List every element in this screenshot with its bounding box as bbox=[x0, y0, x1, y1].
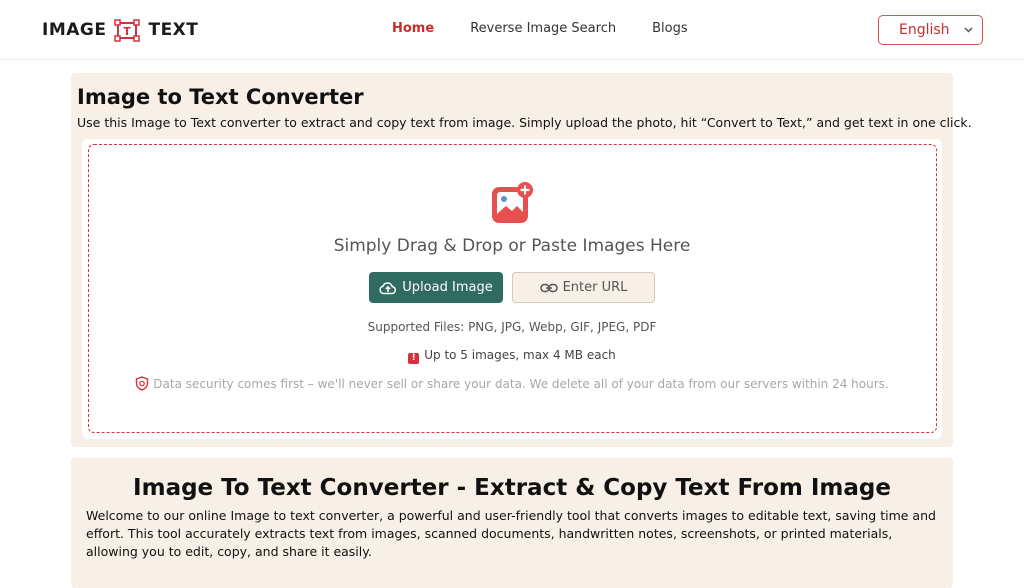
logo-word-text: TEXT bbox=[148, 20, 199, 40]
intro-text: Use this Image to Text converter to extr… bbox=[77, 115, 972, 130]
logo-word-image: IMAGE bbox=[42, 20, 107, 40]
logo-mark-letter: T bbox=[124, 25, 132, 38]
language-select[interactable]: English bbox=[878, 15, 983, 45]
site-logo[interactable]: IMAGE T TEXT bbox=[42, 16, 198, 44]
security-note: Data security comes first – we'll never … bbox=[0, 376, 1024, 391]
supported-files-text: Supported Files: PNG, JPG, Webp, GIF, JP… bbox=[367, 320, 657, 334]
shield-icon bbox=[136, 376, 149, 391]
upload-image-label: Upload Image bbox=[402, 280, 493, 295]
about-paragraph: Welcome to our online Image to text conv… bbox=[86, 508, 936, 559]
upload-limit: ! Up to 5 images, max 4 MB each bbox=[0, 348, 1024, 364]
warning-icon: ! bbox=[408, 353, 420, 364]
page-title: Image to Text Converter bbox=[77, 85, 364, 109]
cloud-upload-icon bbox=[379, 281, 397, 294]
upload-image-button[interactable]: Upload Image bbox=[369, 272, 503, 303]
upload-limit-text: Up to 5 images, max 4 MB each bbox=[424, 348, 616, 362]
nav-home[interactable]: Home bbox=[392, 20, 434, 38]
about-title: Image To Text Converter - Extract & Copy… bbox=[133, 475, 891, 501]
main-nav: Home Reverse Image Search Blogs bbox=[392, 20, 724, 38]
nav-reverse-image-search[interactable]: Reverse Image Search bbox=[470, 20, 616, 38]
nav-blogs[interactable]: Blogs bbox=[652, 20, 688, 38]
security-text: Data security comes first – we'll never … bbox=[153, 377, 889, 391]
add-image-icon bbox=[491, 182, 533, 224]
dropzone-title: Simply Drag & Drop or Paste Images Here bbox=[333, 236, 691, 256]
logo-mark-icon: T bbox=[113, 18, 141, 42]
link-icon bbox=[539, 283, 558, 292]
enter-url-button[interactable]: Enter URL bbox=[512, 272, 655, 303]
site-header: IMAGE T TEXT Home Reverse Image Search B… bbox=[0, 0, 1024, 60]
enter-url-label: Enter URL bbox=[562, 280, 628, 295]
chevron-down-icon bbox=[964, 16, 973, 56]
language-value: English bbox=[899, 22, 950, 38]
